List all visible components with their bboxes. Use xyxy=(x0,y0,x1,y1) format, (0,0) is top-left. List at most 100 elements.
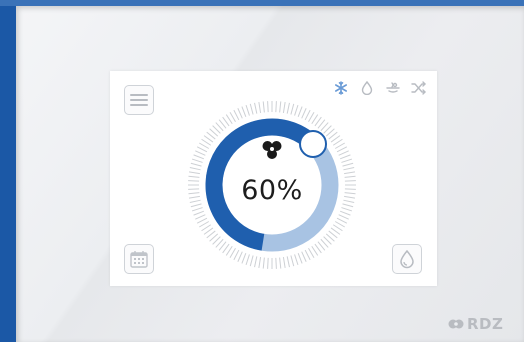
dial-tick xyxy=(188,171,200,175)
dial-tick xyxy=(343,167,355,171)
brand-logo: RDZ xyxy=(448,315,503,333)
water-drop-icon xyxy=(361,81,373,95)
dial-tick xyxy=(301,251,307,262)
brand-mark-icon xyxy=(448,319,464,329)
dial-tick xyxy=(344,175,356,178)
mode-heating[interactable] xyxy=(384,79,402,97)
dial-tick xyxy=(279,257,282,269)
mode-selector xyxy=(332,79,428,97)
dial-tick xyxy=(339,210,351,216)
dial-tick xyxy=(241,252,247,264)
dial-tick xyxy=(279,101,282,113)
dial-tick xyxy=(237,251,243,262)
mode-cooling[interactable] xyxy=(332,79,350,97)
dial-tick xyxy=(191,207,203,212)
dial-tick xyxy=(344,192,356,195)
dial-tick xyxy=(311,245,319,256)
shuffle-icon xyxy=(411,81,426,95)
dial-tick xyxy=(191,158,203,163)
humidity-drop-icon xyxy=(400,249,414,269)
dial-tick xyxy=(311,114,319,125)
dial-tick xyxy=(344,195,356,199)
mode-auto[interactable] xyxy=(410,79,428,97)
wall-background xyxy=(0,0,16,342)
dial-tick xyxy=(189,167,201,171)
dial-tick xyxy=(199,221,210,228)
dial-tick xyxy=(334,142,345,149)
hamburger-menu-icon xyxy=(130,94,148,106)
dial-tick xyxy=(225,114,233,125)
schedule-button[interactable] xyxy=(124,244,154,274)
dial-tick xyxy=(344,171,356,175)
dial-tick xyxy=(195,150,206,156)
dial-tick xyxy=(308,247,315,258)
dial-tick xyxy=(258,101,262,113)
dial-tick xyxy=(229,112,236,123)
humidity-mode-button[interactable] xyxy=(392,244,422,274)
dial-tick xyxy=(190,162,202,167)
dial-tick xyxy=(341,158,353,163)
dial-tick xyxy=(332,224,343,232)
dial-tick xyxy=(275,101,277,113)
dial-tick xyxy=(188,175,200,178)
dial-tick xyxy=(290,255,295,267)
mode-dehumidify[interactable] xyxy=(358,79,376,97)
menu-button[interactable] xyxy=(124,85,154,115)
dial-tick xyxy=(233,249,240,261)
dial-tick xyxy=(237,108,243,119)
fan-heat-icon xyxy=(386,82,400,93)
dial-tick xyxy=(195,214,206,220)
dial-tick xyxy=(304,249,311,261)
dial-tick xyxy=(249,255,254,267)
dial-tick xyxy=(199,142,210,149)
dial-tick xyxy=(245,254,250,266)
dial-tick xyxy=(254,102,258,114)
dial-tick xyxy=(338,150,349,156)
thermostat-screen: 60% xyxy=(110,71,437,286)
dial-handle[interactable] xyxy=(299,129,328,158)
brand-name: RDZ xyxy=(467,315,504,333)
dial-tick xyxy=(342,162,354,167)
dial-tick xyxy=(193,154,205,160)
dial-tick xyxy=(282,101,286,113)
dial-tick xyxy=(193,210,205,216)
dial-tick xyxy=(343,199,355,203)
dial-tick xyxy=(341,207,353,212)
dial-tick xyxy=(188,188,200,190)
dial-tick xyxy=(294,254,299,266)
dial-tick xyxy=(297,106,303,118)
dial-tick xyxy=(336,217,348,224)
snowflake-icon xyxy=(334,81,347,95)
dial-tick xyxy=(339,154,351,160)
dial-tick xyxy=(241,106,247,118)
humidity-value: 60% xyxy=(241,175,303,206)
dial-tick xyxy=(267,101,269,113)
dial-tick xyxy=(245,104,250,116)
dial-tick xyxy=(196,146,208,153)
dial-tick xyxy=(201,138,212,146)
dial-tick xyxy=(229,247,236,258)
dial-tick xyxy=(286,256,290,268)
dial-tick xyxy=(258,257,262,269)
dial-tick xyxy=(332,138,343,146)
dial-tick xyxy=(308,112,315,123)
dial-tick xyxy=(188,195,200,199)
dial-tick xyxy=(304,109,311,121)
dial-tick xyxy=(282,257,286,269)
dial-tick xyxy=(301,108,307,119)
dial-tick xyxy=(286,102,290,114)
dial-tick xyxy=(189,199,201,203)
dial-tick xyxy=(254,256,258,268)
dial-tick xyxy=(342,203,354,208)
dial-tick xyxy=(275,257,277,269)
dial-tick xyxy=(249,103,254,115)
dial-tick xyxy=(334,221,345,228)
dial-tick xyxy=(262,257,265,269)
dial-tick xyxy=(188,192,200,195)
dial-tick xyxy=(344,188,356,190)
dial-tick xyxy=(190,203,202,208)
dial-tick xyxy=(297,252,303,264)
dial-tick xyxy=(294,104,299,116)
dial-tick xyxy=(338,214,349,220)
dial-tick xyxy=(262,101,265,113)
